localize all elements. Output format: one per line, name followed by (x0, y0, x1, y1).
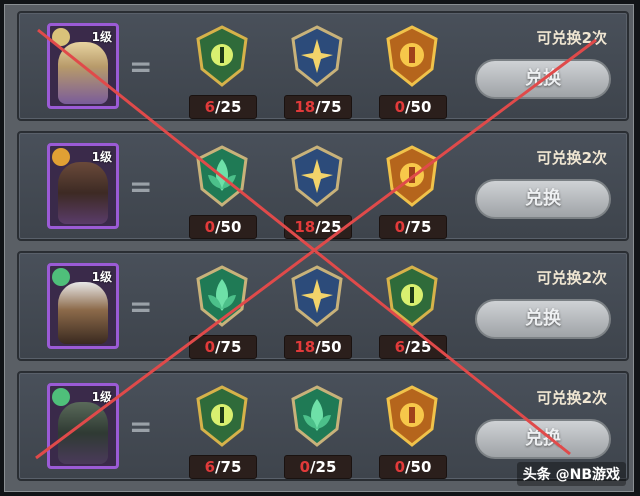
cross-line-1 (37, 28, 571, 456)
watermark: 头条 @NB游戏 (516, 462, 626, 486)
red-cross-overlay (35, 28, 597, 460)
cross-line-2 (35, 38, 597, 460)
